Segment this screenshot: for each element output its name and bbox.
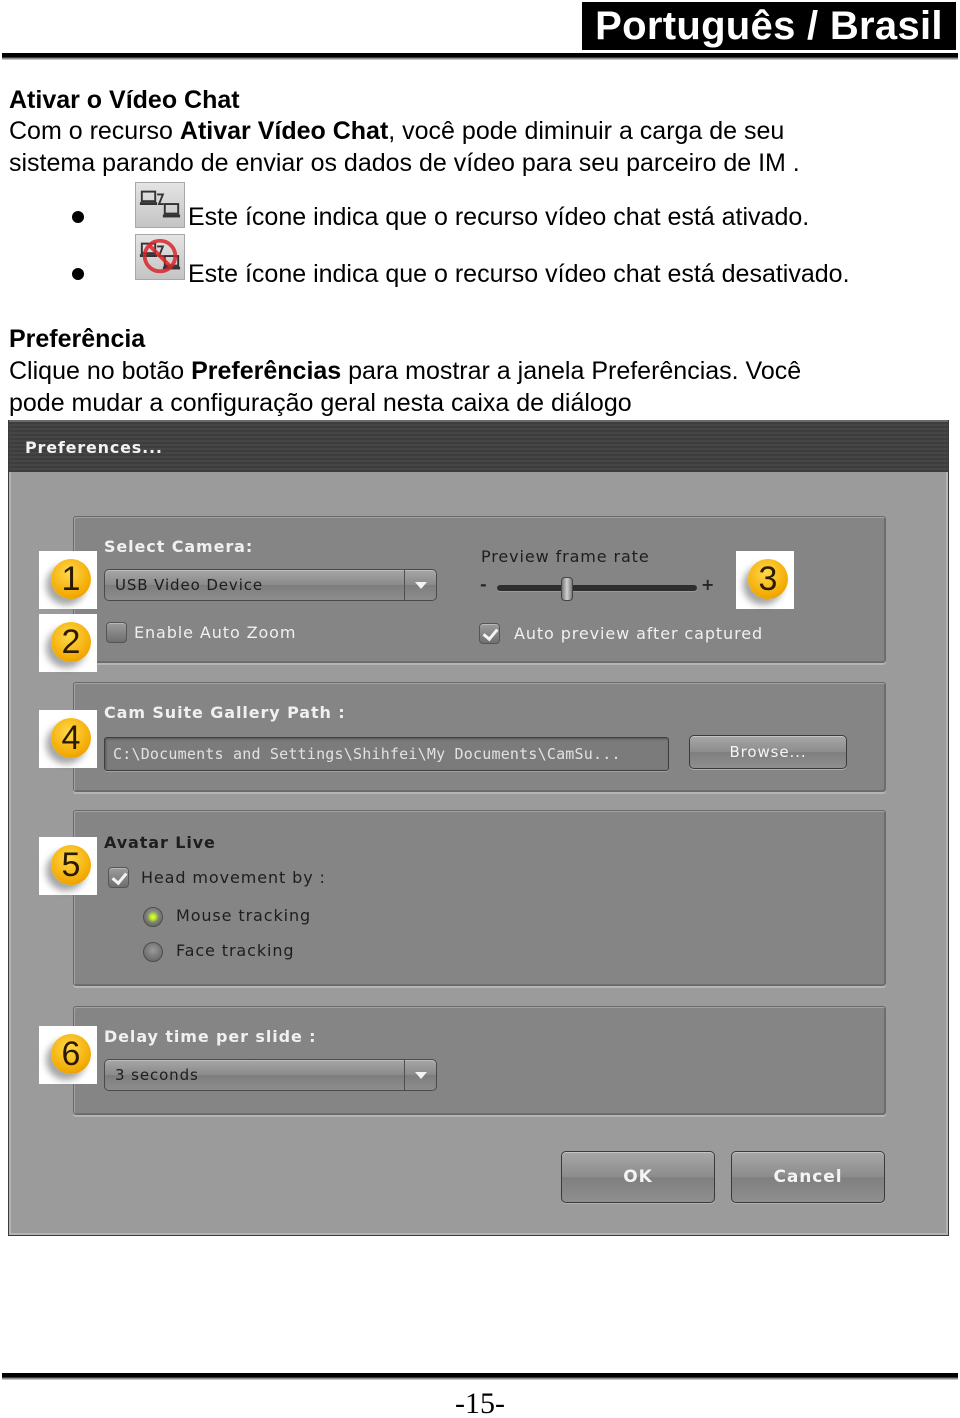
video-chat-paragraph-line1: Com o recurso Ativar Vídeo Chat, você po… xyxy=(9,115,784,147)
dialog-titlebar[interactable]: Preferences... xyxy=(9,420,948,472)
page-number: -15- xyxy=(455,1387,505,1418)
avatar-live-panel: Avatar Live Head movement by : Mouse tra… xyxy=(73,810,886,986)
section-heading-preferences: Preferência xyxy=(9,325,146,353)
gallery-panel: Cam Suite Gallery Path : C:\Documents an… xyxy=(73,682,886,792)
callout-number: 5 xyxy=(51,845,91,885)
slider-plus-icon: + xyxy=(701,575,715,594)
auto-zoom-checkbox[interactable] xyxy=(106,622,127,643)
language-banner: Português / Brasil xyxy=(582,2,956,50)
gallery-path-label: Cam Suite Gallery Path : xyxy=(104,703,346,722)
select-camera-label: Select Camera: xyxy=(104,537,254,556)
text-run: Clique no botão xyxy=(9,357,192,385)
auto-preview-label: Auto preview after captured xyxy=(514,624,764,643)
auto-preview-checkbox[interactable] xyxy=(479,623,500,644)
delay-time-select[interactable]: 3 seconds xyxy=(104,1059,437,1091)
preferences-dialog: Preferences... Select Camera: USB Video … xyxy=(8,420,949,1236)
callout-number: 4 xyxy=(51,718,91,758)
footer-rule xyxy=(2,1373,958,1380)
callout-marker-1: 1 xyxy=(39,551,97,609)
header-rule xyxy=(2,53,958,60)
video-chat-enabled-icon xyxy=(135,182,185,228)
gallery-path-value: C:\Documents and Settings\Shihfei\My Doc… xyxy=(113,745,621,763)
chevron-down-icon[interactable] xyxy=(404,1060,436,1090)
bullet-icon xyxy=(72,211,84,223)
avatar-live-label: Avatar Live xyxy=(104,833,216,852)
face-tracking-label: Face tracking xyxy=(176,941,295,960)
bullet-icon xyxy=(72,268,84,280)
bullet-text: Este ícone indica que o recurso vídeo ch… xyxy=(188,203,810,231)
gallery-path-input[interactable]: C:\Documents and Settings\Shihfei\My Doc… xyxy=(104,737,669,771)
head-movement-label: Head movement by : xyxy=(141,868,326,887)
camera-select[interactable]: USB Video Device xyxy=(104,569,437,601)
browse-button[interactable]: Browse... xyxy=(689,735,847,769)
callout-marker-5: 5 xyxy=(39,837,97,895)
text-run: Com o recurso xyxy=(9,117,180,145)
callout-marker-4: 4 xyxy=(39,710,97,768)
ok-button[interactable]: OK xyxy=(561,1151,715,1203)
delay-time-label: Delay time per slide : xyxy=(104,1027,317,1046)
text-run: , você pode diminuir a carga de seu xyxy=(388,117,785,145)
preview-frame-rate-label: Preview frame rate xyxy=(481,547,650,566)
text-run: para mostrar a janela Preferências. Você xyxy=(341,357,802,385)
callout-marker-6: 6 xyxy=(39,1026,97,1084)
delay-time-value: 3 seconds xyxy=(115,1066,199,1084)
bullet-item-disabled: Este ícone indica que o recurso vídeo ch… xyxy=(0,234,960,288)
slider-handle[interactable] xyxy=(561,577,573,601)
mouse-tracking-radio[interactable] xyxy=(143,907,163,927)
callout-number: 3 xyxy=(748,559,788,599)
face-tracking-radio[interactable] xyxy=(143,942,163,962)
camera-select-value: USB Video Device xyxy=(115,576,264,594)
dialog-title: Preferences... xyxy=(25,438,163,457)
bold-term: Ativar Vídeo Chat xyxy=(179,117,389,145)
bullet-item-enabled: Este ícone indica que o recurso vídeo ch… xyxy=(0,182,960,232)
video-chat-disabled-icon xyxy=(135,234,185,280)
bold-term: Preferências xyxy=(191,357,342,385)
callout-number: 2 xyxy=(51,622,91,662)
head-movement-checkbox[interactable] xyxy=(108,867,129,888)
cancel-button[interactable]: Cancel xyxy=(731,1151,885,1203)
chevron-down-icon[interactable] xyxy=(404,570,436,600)
frame-rate-slider[interactable] xyxy=(497,577,697,601)
bullet-text: Este ícone indica que o recurso vídeo ch… xyxy=(188,260,850,288)
video-chat-paragraph-line2: sistema parando de enviar os dados de ví… xyxy=(9,149,800,177)
section-heading-video-chat: Ativar o Vídeo Chat xyxy=(9,86,240,114)
slider-minus-icon: - xyxy=(480,575,487,594)
preferences-paragraph-line2: pode mudar a configuração geral nesta ca… xyxy=(9,389,632,417)
callout-number: 6 xyxy=(51,1034,91,1074)
callout-marker-3: 3 xyxy=(736,551,794,609)
slideshow-panel: Delay time per slide : 3 seconds xyxy=(73,1006,886,1115)
auto-zoom-label: Enable Auto Zoom xyxy=(134,623,297,642)
preferences-paragraph-line1: Clique no botão Preferências para mostra… xyxy=(9,355,801,387)
callout-marker-2: 2 xyxy=(39,614,97,672)
callout-number: 1 xyxy=(51,559,91,599)
mouse-tracking-label: Mouse tracking xyxy=(176,906,312,925)
